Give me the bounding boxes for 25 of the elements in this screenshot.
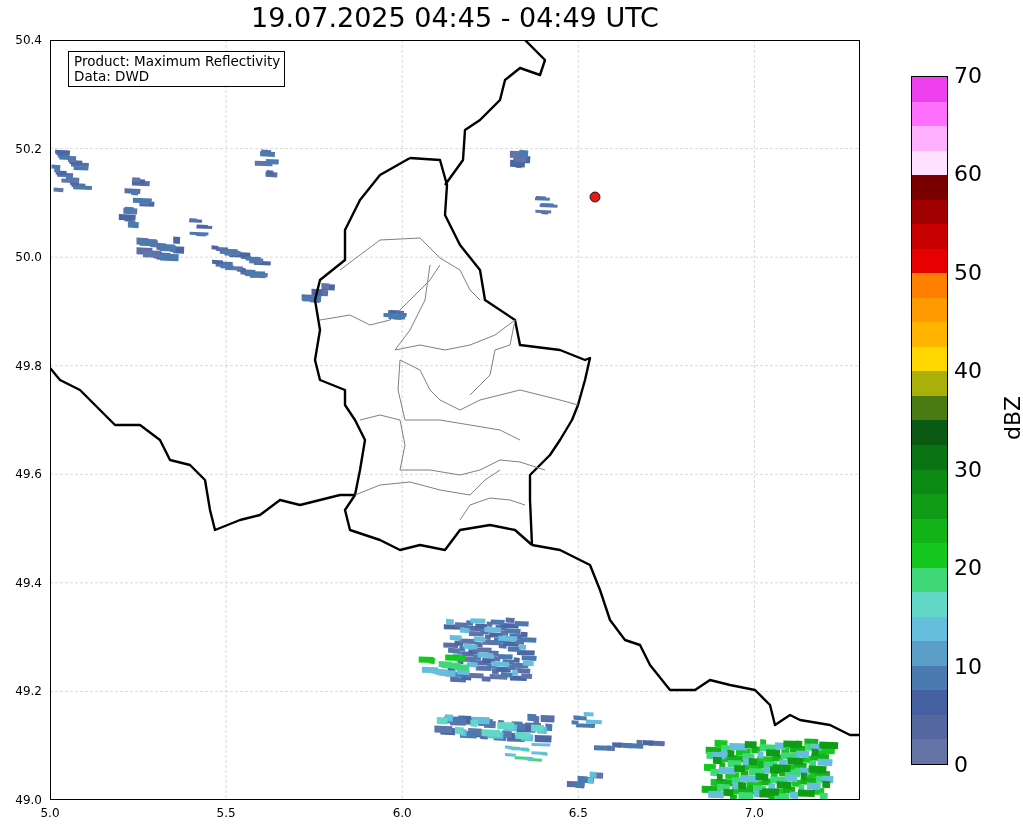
colorbar-tick-label: 60 <box>954 162 982 187</box>
axis-tick-label: 50.0 <box>15 250 42 265</box>
axis-tick-label: 50.2 <box>15 141 42 156</box>
colorbar-label: dBZ <box>1001 395 1023 441</box>
location-dot <box>589 191 601 203</box>
colorbar-tick-label: 30 <box>954 457 982 482</box>
axis-tick-label: 49.4 <box>15 575 42 590</box>
axis-tick-label: 5.0 <box>40 806 60 820</box>
colorbar-tick-label: 20 <box>954 556 982 581</box>
axis-tick-label: 5.5 <box>216 806 236 820</box>
colorbar-tick-label: 50 <box>954 260 982 285</box>
axis-tick-label: 49.6 <box>15 467 42 482</box>
chart-title: 19.07.2025 04:45 - 04:49 UTC <box>250 1 660 32</box>
info-box-text: Product: Maximum Reflectivity Data: DWD <box>68 51 286 87</box>
axis-tick-label: 6.0 <box>392 806 412 820</box>
axis-tick-label: 49.0 <box>15 793 42 807</box>
colorbar-tick-label: 10 <box>954 654 982 679</box>
axis-tick-label: 6.5 <box>568 806 588 820</box>
axis-tick-label: 50.4 <box>15 33 42 47</box>
axis-tick-label: 49.2 <box>15 684 42 699</box>
colorbar-tick-label: 40 <box>954 359 982 384</box>
colorbar-tick-label: 0 <box>954 753 968 777</box>
axis-tick-label: 7.0 <box>744 806 764 820</box>
colorbar-tick-label: 70 <box>954 64 982 88</box>
axis-tick-label: 49.8 <box>15 358 42 373</box>
